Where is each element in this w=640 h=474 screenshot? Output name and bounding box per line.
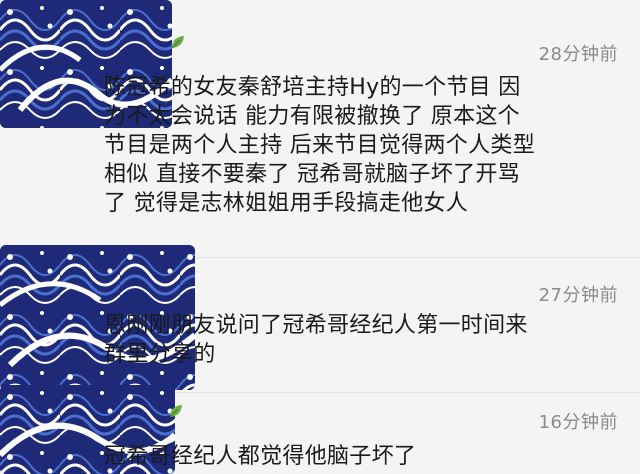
leaf-icon — [169, 405, 182, 418]
comment-line: 群里分享的 — [104, 342, 216, 367]
timestamp: 16分钟前 — [538, 412, 618, 433]
comment-line: 了 觉得是志林姐姐用手段搞走他女人 — [104, 191, 469, 216]
comment-line: 恩刚刚朋友说问了冠希哥经纪人第一时间来 — [104, 313, 528, 338]
comment-line: 相似 直接不要秦了 冠希哥就脑子坏了开骂 — [104, 162, 520, 187]
comment-line: 节目是两个人主持 后来节目觉得两个人类型 — [104, 133, 535, 158]
comment-line: 陈冠希的女友秦舒培主持Hy的一个节目 因 — [104, 75, 521, 100]
comment-text[interactable]: 恩刚刚朋友说问了冠希哥经纪人第一时间来 群里分享的 — [104, 311, 614, 369]
comment-item: 16分钟前 冠希哥经纪人都觉得他脑子坏了 — [0, 385, 640, 474]
comment-item: 27分钟前 恩刚刚朋友说问了冠希哥经纪人第一时间来 群里分享的 — [0, 245, 640, 390]
timestamp: 28分钟前 — [538, 44, 618, 65]
comment-line: 为不太会说话 能力有限被撤换了 原本这个 — [104, 104, 520, 129]
comment-item: 28分钟前 陈冠希的女友秦舒培主持Hy的一个节目 因 为不太会说话 能力有限被撤… — [0, 0, 640, 250]
comment-line: 冠希哥经纪人都觉得他脑子坏了 — [104, 444, 417, 469]
comment-text[interactable]: 冠希哥经纪人都觉得他脑子坏了 — [104, 442, 614, 471]
comment-text[interactable]: 陈冠希的女友秦舒培主持Hy的一个节目 因 为不太会说话 能力有限被撤换了 原本这… — [104, 73, 614, 218]
timestamp: 27分钟前 — [538, 285, 618, 306]
leaf-icon — [171, 36, 184, 49]
